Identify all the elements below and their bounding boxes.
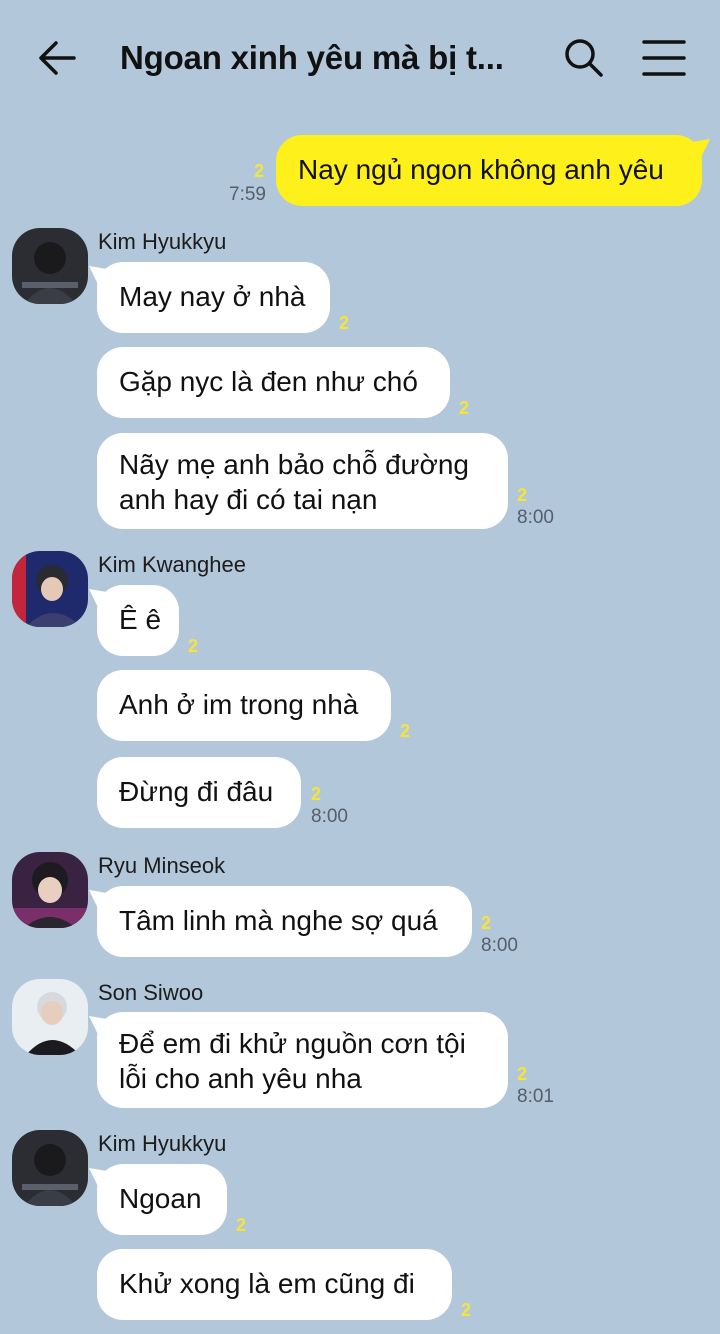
unread-count: 2 [311,784,322,804]
incoming-message-bubble[interactable]: Khử xong là em cũng đi [97,1249,452,1320]
sender-name: Kim Hyukkyu [98,1131,227,1156]
message-text-line: anh hay đi có tai nạn [119,484,378,515]
message-time: 7:59 [229,184,266,205]
message-time: 8:00 [311,806,348,827]
incoming-message-bubble[interactable]: Gặp nyc là đen như chó [97,347,450,418]
incoming-message-bubble[interactable]: Ngoan [97,1164,227,1235]
incoming-message-bubble[interactable]: Anh ở im trong nhà [97,670,391,741]
search-icon [565,39,603,77]
unread-count: 2 [339,313,350,333]
unread-count: 2 [400,721,411,741]
unread-count: 2 [461,1300,472,1320]
profile-photo-icon [12,228,88,304]
sender-name: Kim Hyukkyu [98,229,227,254]
message-text: Đừng đi đâu [119,776,274,807]
message-time: 8:00 [517,507,554,528]
incoming-message-bubble[interactable]: May nay ở nhà [97,262,330,333]
chat-title: Ngoan xinh yêu mà bị t... [120,39,504,76]
message-time: 8:01 [517,1086,554,1107]
avatar[interactable] [12,979,88,1055]
avatar[interactable] [12,1130,88,1206]
incoming-message-bubble[interactable]: Ê ê [97,585,179,656]
arrow-left-icon [39,41,76,75]
message-time: 8:00 [481,935,518,956]
search-button[interactable] [560,34,608,82]
message-text: Khử xong là em cũng đi [119,1268,415,1299]
unread-count: 2 [459,398,470,418]
unread-count: 2 [188,636,199,656]
hamburger-menu-icon [642,40,686,76]
sender-name: Ryu Minseok [98,853,226,878]
menu-button[interactable] [640,34,688,82]
unread-count: 2 [517,1064,528,1084]
incoming-message-bubble[interactable]: Đừng đi đâu [97,757,301,828]
back-button[interactable] [34,34,82,82]
message-text: Nay ngủ ngon không anh yêu [298,154,664,185]
unread-count: 2 [517,485,528,505]
outgoing-message-bubble[interactable]: Nay ngủ ngon không anh yêu [276,135,702,206]
incoming-message-bubble[interactable]: Để em đi khử nguồn cơn tội lỗi cho anh y… [97,1012,508,1108]
avatar[interactable] [12,551,88,627]
sender-name: Kim Kwanghee [98,552,246,577]
message-text: Ê ê [119,604,162,635]
message-text-line: Để em đi khử nguồn cơn tội [119,1028,466,1059]
profile-photo-icon [12,852,88,928]
message-text-line: lỗi cho anh yêu nha [119,1063,362,1094]
message-text-line: Nãy mẹ anh bảo chỗ đường [119,449,469,480]
unread-count: 2 [236,1215,247,1235]
message-text: May nay ở nhà [119,281,306,312]
message-text: Ngoan [119,1183,202,1214]
chat-header: Ngoan xinh yêu mà bị t... [0,0,720,116]
unread-count: 2 [254,161,265,181]
avatar[interactable] [12,852,88,928]
message-text: Tâm linh mà nghe sợ quá [119,905,438,936]
sender-name: Son Siwoo [98,980,204,1005]
avatar[interactable] [12,228,88,304]
profile-photo-icon [12,1130,88,1206]
unread-count: 2 [481,913,492,933]
incoming-message-bubble[interactable]: Nãy mẹ anh bảo chỗ đường anh hay đi có t… [97,433,508,529]
profile-photo-icon [12,979,88,1055]
message-text: Anh ở im trong nhà [119,689,359,720]
message-text: Gặp nyc là đen như chó [119,366,418,397]
profile-photo-icon [12,551,88,627]
incoming-message-bubble[interactable]: Tâm linh mà nghe sợ quá [97,886,472,957]
